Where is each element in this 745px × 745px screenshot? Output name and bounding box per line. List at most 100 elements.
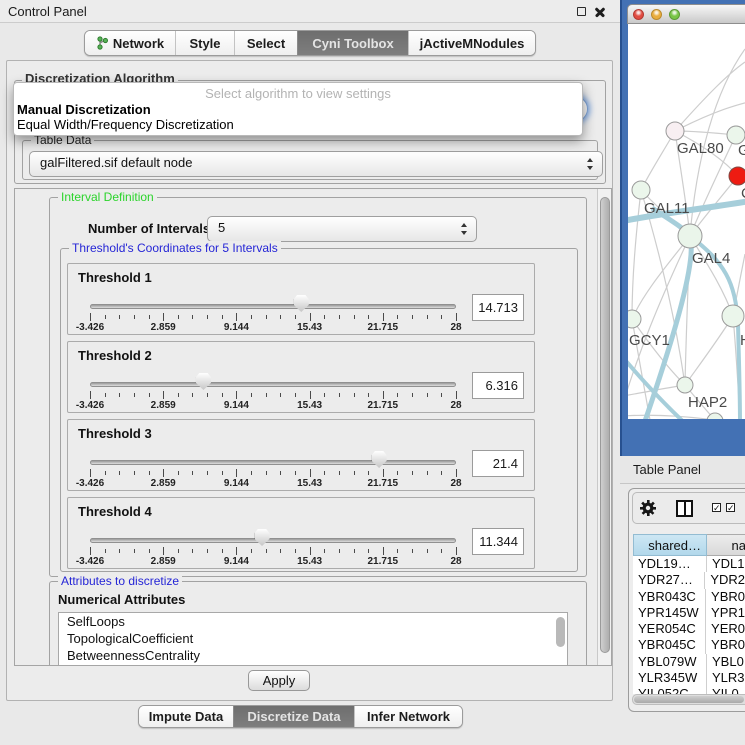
- table-row[interactable]: YBR043CYBR0: [633, 589, 745, 605]
- table-cell[interactable]: YBL079W: [633, 654, 707, 670]
- table-cell[interactable]: YDL19…: [633, 556, 707, 572]
- close-icon[interactable]: [594, 6, 606, 18]
- settings-scrollbar-track[interactable]: [597, 189, 611, 665]
- column-header-shared-name[interactable]: shared…: [633, 534, 707, 556]
- slider-thumb[interactable]: [255, 529, 270, 546]
- table-cell[interactable]: YBL0: [707, 654, 744, 670]
- network-node[interactable]: [677, 377, 693, 393]
- tab-select[interactable]: Select: [234, 31, 297, 55]
- network-node[interactable]: [632, 181, 650, 199]
- numerical-attributes-list[interactable]: SelfLoopsTopologicalCoefficientBetweenne…: [58, 612, 568, 666]
- table-hscrollbar-thumb[interactable]: [634, 696, 744, 703]
- slider-ticks: [90, 469, 456, 477]
- table-cell[interactable]: YPR145W: [633, 605, 706, 621]
- slider-track[interactable]: [90, 538, 456, 543]
- table-cell[interactable]: YPR1: [706, 605, 745, 621]
- columns-icon[interactable]: [676, 500, 693, 517]
- table-row[interactable]: YDR27…YDR2: [633, 572, 745, 588]
- network-branch-icon: [96, 36, 109, 50]
- tab-network[interactable]: Network: [85, 31, 175, 55]
- table-panel-titlebar: Table Panel: [620, 456, 745, 484]
- network-node[interactable]: [729, 167, 745, 185]
- table-cell[interactable]: YBR043C: [633, 589, 706, 605]
- algorithm-option-manual[interactable]: Manual Discretization: [14, 102, 582, 117]
- attribute-item[interactable]: TopologicalCoefficient: [59, 630, 567, 647]
- tab-label: Impute Data: [149, 709, 223, 724]
- control-panel-titlebar: Control Panel: [0, 0, 620, 23]
- table-cell[interactable]: YDL1: [707, 556, 745, 572]
- slider-scale-labels: -3.4262.8599.14415.4321.71528: [90, 556, 456, 568]
- network-edge[interactable]: [675, 62, 745, 131]
- slider-track[interactable]: [90, 304, 456, 309]
- list-scrollbar[interactable]: [556, 617, 565, 647]
- table-row[interactable]: YER054CYER0: [633, 621, 745, 637]
- slider-thumb[interactable]: [294, 295, 309, 312]
- column-header-name[interactable]: na: [707, 534, 745, 556]
- checkbox-icon[interactable]: ✓: [712, 503, 721, 512]
- table-cell[interactable]: YLR345W: [633, 670, 707, 686]
- zoom-traffic-light[interactable]: [669, 9, 680, 20]
- table-cell[interactable]: YLR3: [707, 670, 745, 686]
- threshold-value-field[interactable]: 21.4: [472, 450, 524, 477]
- table-cell[interactable]: YDR27…: [633, 572, 705, 588]
- tab-style[interactable]: Style: [175, 31, 234, 55]
- checkbox-icon[interactable]: ✓: [726, 503, 735, 512]
- number-of-intervals-label: Number of Intervals: [88, 221, 210, 236]
- slider-track[interactable]: [90, 382, 456, 387]
- gear-icon[interactable]: [639, 499, 657, 520]
- network-node-label: GAL80: [677, 140, 724, 157]
- attribute-item[interactable]: SelfLoops: [59, 613, 567, 630]
- close-traffic-light[interactable]: [633, 9, 644, 20]
- attribute-item[interactable]: BetweennessCentrality: [59, 647, 567, 664]
- tab-infer-network[interactable]: Infer Network: [354, 706, 462, 727]
- table-row[interactable]: YLR345WYLR3: [633, 670, 745, 686]
- network-edge[interactable]: [628, 415, 715, 419]
- threshold-panel: Threshold 1-3.4262.8599.14415.4321.71528…: [67, 263, 535, 335]
- threshold-value-field[interactable]: 14.713: [472, 294, 524, 321]
- tab-jactivemnodules[interactable]: jActiveMNodules: [408, 31, 535, 55]
- table-row[interactable]: YBR045CYBR0: [633, 637, 745, 653]
- table-row[interactable]: YBL079WYBL0: [633, 654, 745, 670]
- table-cell[interactable]: YIL052C: [633, 686, 707, 694]
- slider-thumb[interactable]: [196, 373, 211, 390]
- table-cell[interactable]: YIL0: [707, 686, 739, 694]
- table-cell[interactable]: YDR2: [705, 572, 745, 588]
- table-cell[interactable]: YBR0: [706, 637, 745, 653]
- network-canvas[interactable]: GAL80GCGAL11GAL4GCY1HHAP2: [628, 24, 745, 419]
- tab-impute-data[interactable]: Impute Data: [139, 706, 233, 727]
- table-cell[interactable]: YER0: [706, 621, 745, 637]
- table-cell[interactable]: YBR045C: [633, 637, 706, 653]
- network-edge[interactable]: [685, 316, 733, 385]
- network-node[interactable]: [722, 305, 744, 327]
- table-rows: YDL19…YDL1YDR27…YDR2YBR043CYBR0YPR145WYP…: [633, 556, 745, 694]
- minimize-traffic-light[interactable]: [651, 9, 662, 20]
- tab-discretize-data[interactable]: Discretize Data: [233, 706, 354, 727]
- table-row[interactable]: YIL052CYIL0: [633, 686, 745, 694]
- table-hscrollbar-track[interactable]: [632, 694, 745, 705]
- network-edge[interactable]: [632, 190, 641, 319]
- algorithm-option-equal-width[interactable]: Equal Width/Frequency Discretization: [14, 117, 582, 132]
- threshold-value-field[interactable]: 11.344: [472, 528, 524, 555]
- table-cell[interactable]: YER054C: [633, 621, 706, 637]
- network-node-label: GAL4: [692, 250, 730, 267]
- algorithm-hint-option[interactable]: Select algorithm to view settings: [14, 85, 582, 102]
- tab-cyni-toolbox[interactable]: Cyni Toolbox: [297, 31, 408, 55]
- tab-label: Style: [189, 36, 220, 51]
- slider-thumb[interactable]: [372, 451, 387, 468]
- number-of-intervals-select[interactable]: 5: [207, 216, 477, 242]
- table-cell[interactable]: YBR0: [706, 589, 745, 605]
- network-node[interactable]: [678, 224, 702, 248]
- table-row[interactable]: YPR145WYPR1: [633, 605, 745, 621]
- slider-track[interactable]: [90, 460, 456, 465]
- float-window-icon[interactable]: [577, 7, 586, 16]
- network-edge[interactable]: [641, 131, 675, 190]
- threshold-value-field[interactable]: 6.316: [472, 372, 524, 399]
- threshold-label: Threshold 1: [78, 270, 152, 285]
- network-node-label: G: [738, 142, 745, 159]
- table-data-select[interactable]: galFiltered.sif default node: [29, 151, 603, 177]
- network-node[interactable]: [666, 122, 684, 140]
- settings-scrollbar-thumb[interactable]: [600, 197, 610, 653]
- network-node[interactable]: [628, 310, 641, 328]
- table-row[interactable]: YDL19…YDL1: [633, 556, 745, 572]
- apply-button[interactable]: Apply: [248, 670, 310, 691]
